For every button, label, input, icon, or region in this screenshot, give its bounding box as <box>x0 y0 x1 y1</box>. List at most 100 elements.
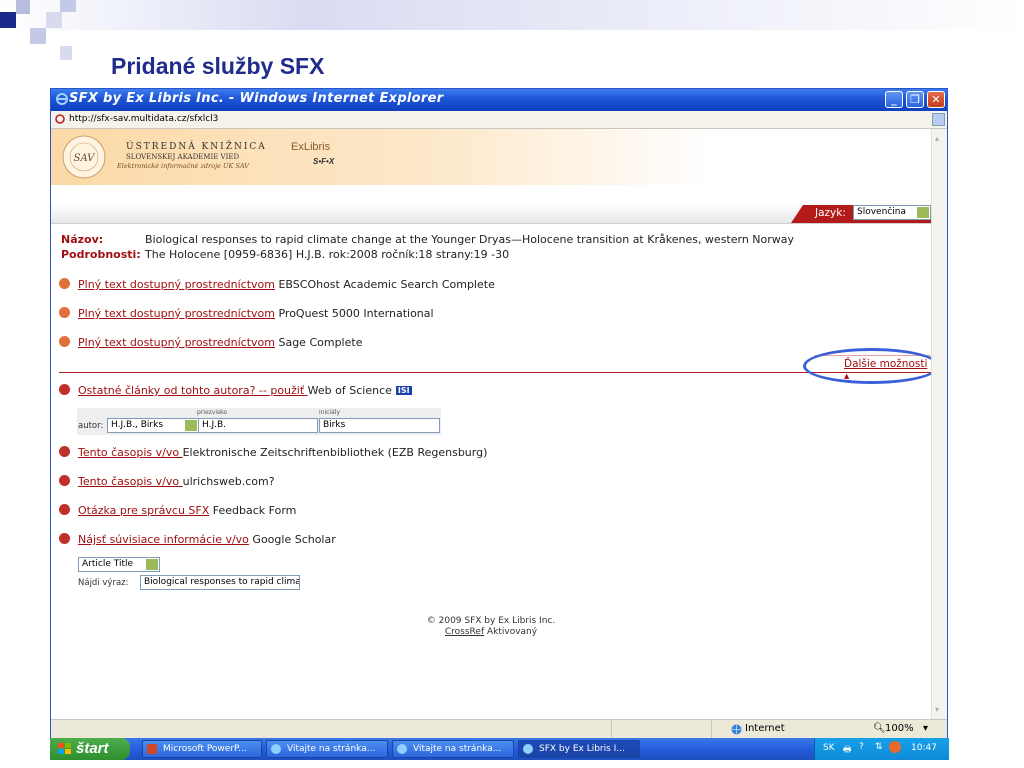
zoom-level[interactable]: 100% <box>885 723 914 734</box>
zone-label: Internet <box>745 723 785 734</box>
close-button[interactable]: ✕ <box>927 91 945 108</box>
taskbar-item[interactable]: Vitajte na stránka... <box>266 740 388 758</box>
language-select[interactable]: Slovenčina <box>853 205 931 220</box>
crossref-row: CrossRef Aktivovaný <box>51 627 931 637</box>
address-url[interactable]: http://sfx-sav.multidata.cz/sfxlcl3 <box>69 114 218 124</box>
library-tagline: Elektronické informačné zdroje ÚK SAV <box>117 162 249 170</box>
ie-icon <box>271 744 281 754</box>
address-dropdown-button[interactable] <box>932 113 945 126</box>
record-details-row: Podrobnosti: The Holocene [0959-6836] H.… <box>61 248 509 261</box>
isi-badge: ISI <box>395 386 412 395</box>
crossref-link[interactable]: CrossRef <box>445 627 484 637</box>
service-row: Tento časopis v/vo ulrichsweb.com? <box>59 475 275 488</box>
service-link[interactable]: Otázka pre správcu SFX <box>78 504 209 517</box>
section-divider <box>59 372 931 373</box>
scroll-up-icon[interactable]: ▴ <box>935 134 939 143</box>
service-target: Google Scholar <box>248 533 336 546</box>
scholar-field-select[interactable]: Article Title <box>78 557 160 572</box>
service-target: Elektronische Zeitschriftenbibliothek (E… <box>182 446 488 459</box>
slide-deco-square <box>30 28 46 44</box>
ie-icon <box>397 744 407 754</box>
record-details: The Holocene [0959-6836] H.J.B. rok:2008… <box>145 248 510 261</box>
fulltext-row: Plný text dostupný prostredníctvom ProQu… <box>59 307 434 320</box>
slide-deco-square <box>46 12 62 28</box>
windows-flag-icon <box>58 743 71 754</box>
record-title-row: Názov: Biological responses to rapid cli… <box>61 233 794 246</box>
ie-icon <box>56 93 68 105</box>
taskbar: štart Microsoft PowerP... Vitajte na str… <box>50 738 949 760</box>
fulltext-link[interactable]: Plný text dostupný prostredníctvom <box>78 278 275 291</box>
service-target: Feedback Form <box>209 504 297 517</box>
initials-input[interactable]: Birks <box>319 418 440 433</box>
surname-input[interactable]: H.J.B. <box>198 418 318 433</box>
zoom-icon: 🔍︎ <box>873 723 886 734</box>
slide-deco-square <box>60 0 76 12</box>
fulltext-icon <box>59 336 70 347</box>
clock: 10:47 <box>911 743 937 753</box>
slide-deco-square <box>0 12 16 28</box>
powerpoint-icon <box>147 744 157 754</box>
page-icon <box>55 114 65 124</box>
author-select[interactable]: H.J.B., Birks <box>107 418 199 433</box>
service-link[interactable]: Nájsť súvisiace informácie v/vo <box>78 533 249 546</box>
details-label: Podrobnosti: <box>61 248 141 261</box>
address-bar[interactable]: http://sfx-sav.multidata.cz/sfxlcl3 <box>51 111 947 129</box>
author-label: autor: <box>78 421 104 431</box>
printer-icon[interactable]: 🖶︎ <box>843 742 852 758</box>
help-icon[interactable]: ? <box>859 742 864 752</box>
search-icon <box>59 533 70 544</box>
initials-label: iniciály <box>319 409 340 416</box>
fulltext-link[interactable]: Plný text dostupný prostredníctvom <box>78 307 275 320</box>
service-link[interactable]: Tento časopis v/vo <box>78 475 183 488</box>
slide-header-band <box>0 0 1024 30</box>
chevron-down-icon[interactable] <box>917 207 929 218</box>
find-label: Nájdi výraz: <box>78 578 129 588</box>
globe-icon <box>731 724 742 735</box>
crossref-status: Aktivovaný <box>484 627 538 637</box>
author-form: priezvisko iniciály autor: H.J.B., Birks… <box>77 408 441 435</box>
title-label: Názov: <box>61 233 104 246</box>
page-content: SAV ÚSTREDNÁ KNIŽNICA SLOVENSKEJ AKADEMI… <box>51 129 931 719</box>
status-divider <box>611 720 612 738</box>
language-label: Jazyk: <box>815 207 846 219</box>
fulltext-link[interactable]: Plný text dostupný prostredníctvom <box>78 336 275 349</box>
copyright: © 2009 SFX by Ex Libris Inc. <box>426 616 556 626</box>
minimize-button[interactable]: _ <box>885 91 903 108</box>
language-select-value: Slovenčina <box>857 207 906 217</box>
chevron-down-icon[interactable] <box>146 559 158 570</box>
author-search-link[interactable]: Ostatné články od tohto autora? -- použi… <box>78 384 308 397</box>
language-bar: Jazyk: Slovenčina <box>51 203 931 224</box>
chevron-down-icon[interactable] <box>185 420 197 431</box>
library-seal-logo: SAV <box>62 135 106 179</box>
author-search-icon <box>59 384 70 395</box>
system-tray: SK 🖶︎ ? ⇅ 10:47 <box>814 738 949 760</box>
service-row: Tento časopis v/vo Elektronische Zeitsch… <box>59 446 487 459</box>
start-button[interactable]: štart <box>50 738 130 760</box>
taskbar-item-active[interactable]: SFX by Ex Libris I... <box>518 740 640 758</box>
svg-text:SAV: SAV <box>74 153 97 164</box>
network-icon[interactable]: ⇅ <box>875 742 883 752</box>
window-titlebar[interactable]: SFX by Ex Libris Inc. - Windows Internet… <box>51 89 947 111</box>
slide-deco-square <box>16 0 30 14</box>
zoom-dropdown-icon[interactable]: ▾ <box>923 723 928 734</box>
fulltext-target: EBSCOhost Academic Search Complete <box>274 278 495 291</box>
status-divider <box>711 720 712 738</box>
taskbar-item[interactable]: Vitajte na stránka... <box>392 740 514 758</box>
find-input[interactable]: Biological responses to rapid clima <box>140 575 300 590</box>
fulltext-icon <box>59 307 70 318</box>
record-title: Biological responses to rapid climate ch… <box>145 233 795 246</box>
fulltext-row: Plný text dostupný prostredníctvom EBSCO… <box>59 278 495 291</box>
maximize-button[interactable]: ❐ <box>906 91 924 108</box>
library-name-line2: SLOVENSKEJ AKADEMIE VIED <box>126 153 240 161</box>
author-search-row: Ostatné články od tohto autora? -- použi… <box>59 384 412 397</box>
vertical-scrollbar[interactable]: ▴ ▾ <box>931 129 947 719</box>
input-language[interactable]: SK <box>823 743 835 753</box>
scroll-down-icon[interactable]: ▾ <box>935 705 939 714</box>
taskbar-item[interactable]: Microsoft PowerP... <box>142 740 262 758</box>
fulltext-icon <box>59 278 70 289</box>
service-target: ulrichsweb.com? <box>182 475 275 488</box>
service-link[interactable]: Tento časopis v/vo <box>78 446 183 459</box>
fulltext-target: ProQuest 5000 International <box>274 307 434 320</box>
alert-icon[interactable] <box>889 741 901 753</box>
sfx-logo: S•F•X <box>313 157 335 166</box>
